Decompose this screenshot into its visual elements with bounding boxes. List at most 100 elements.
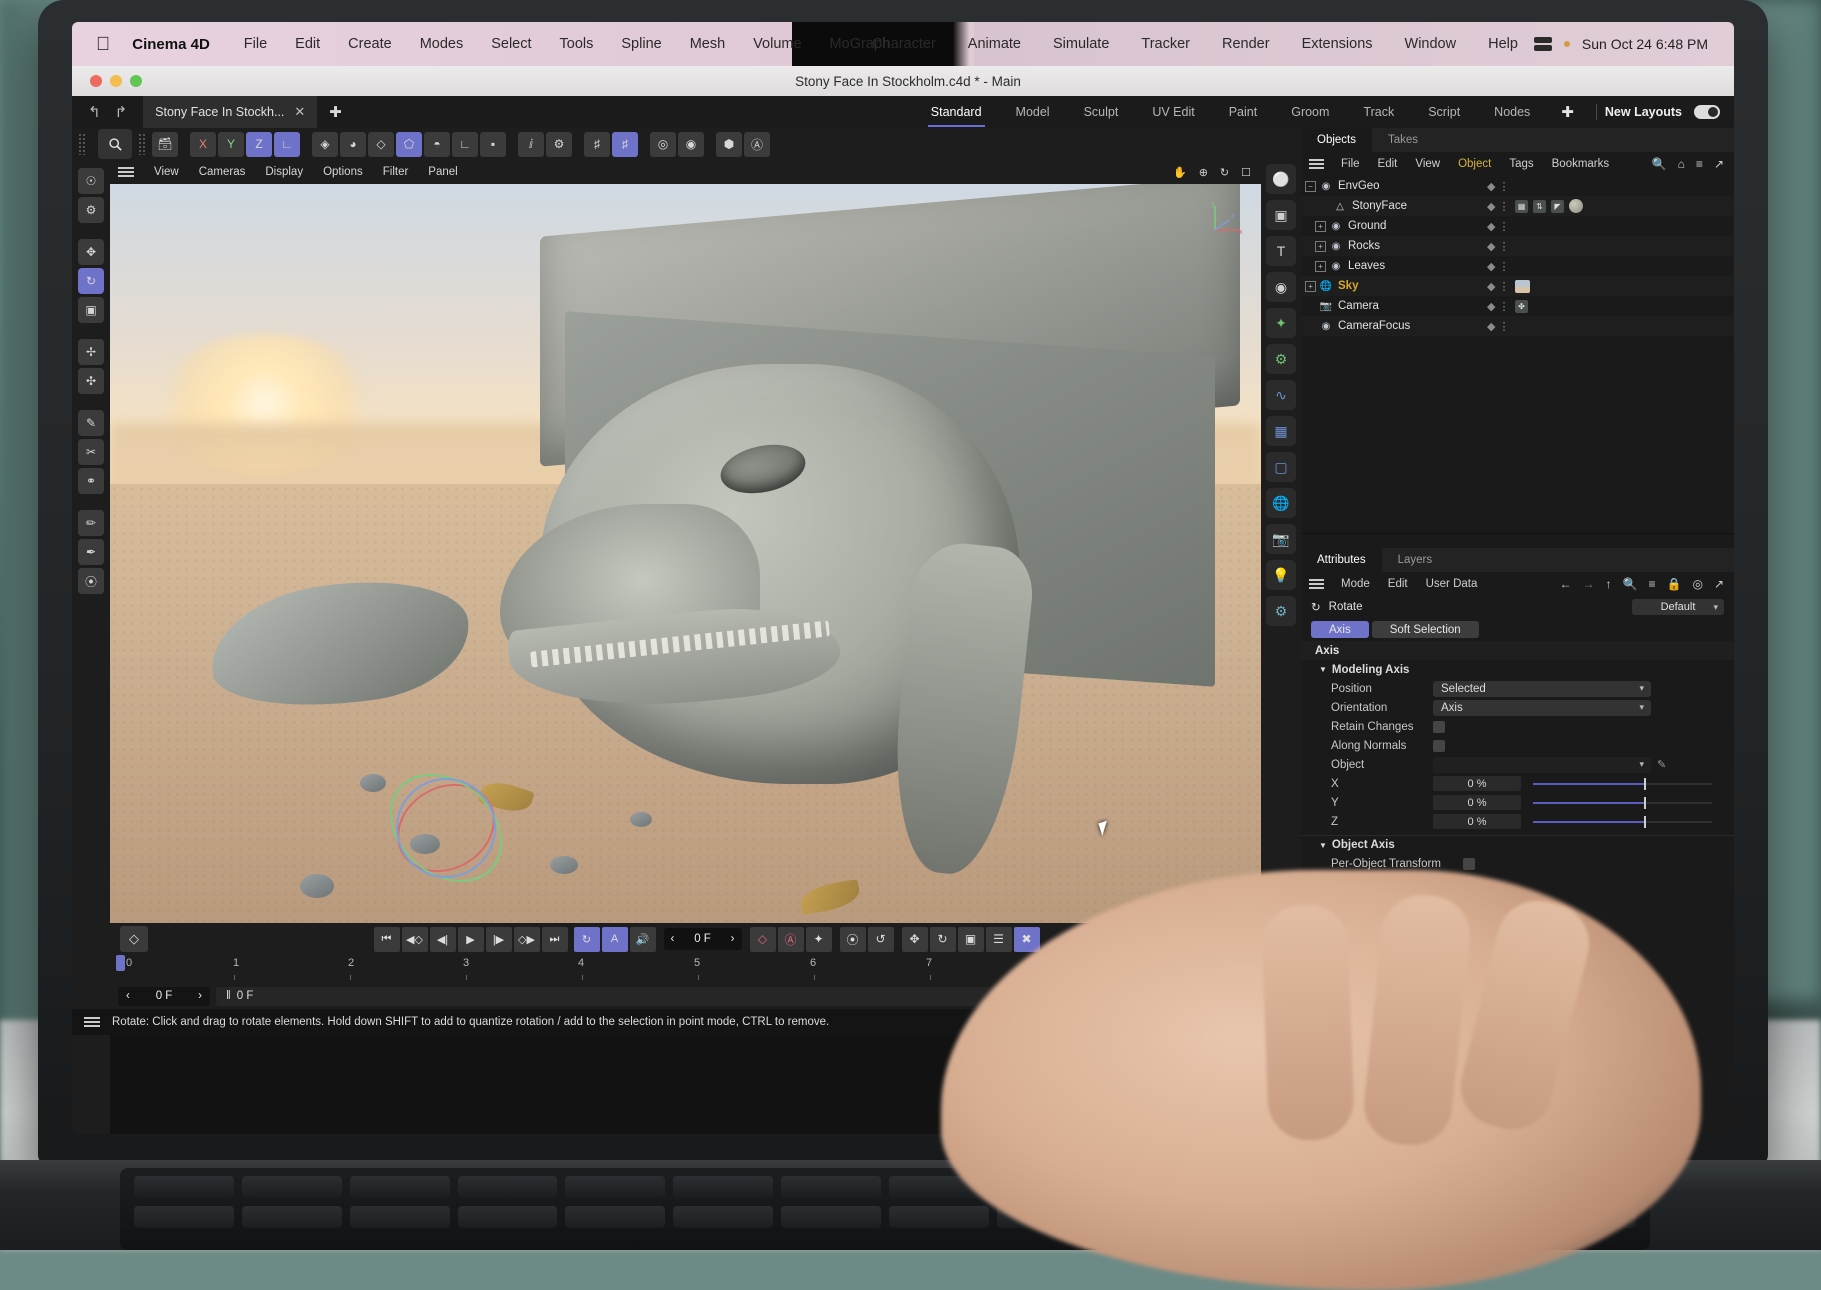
x-axis-icon[interactable]: X xyxy=(190,132,216,157)
transform-tool-icon[interactable]: ✣ xyxy=(78,368,104,394)
table-row[interactable]: − ◉ EnvGeo ◆ ⋮ xyxy=(1301,176,1734,196)
objects-menu-tags[interactable]: Tags xyxy=(1500,158,1542,170)
undo-icon[interactable]: ↰ xyxy=(88,103,101,121)
retain-changes-checkbox[interactable] xyxy=(1433,721,1445,733)
close-icon[interactable]: ✕ xyxy=(294,104,305,120)
position-key-icon[interactable]: ⦿ xyxy=(840,927,866,952)
knife-icon[interactable]: ✂ xyxy=(78,439,104,465)
pill-soft-selection[interactable]: Soft Selection xyxy=(1372,621,1479,638)
table-row[interactable]: 📷 Camera ◆ ⋮ ✤ xyxy=(1301,296,1734,316)
material-tag-icon[interactable] xyxy=(1569,199,1583,213)
object-tags[interactable]: ✤ xyxy=(1515,300,1528,313)
environment-icon[interactable]: 🌐 xyxy=(1266,488,1296,518)
position-select[interactable]: Selected ▾ xyxy=(1433,681,1651,697)
redo-icon[interactable]: ↱ xyxy=(115,103,128,121)
model-mode-icon[interactable]: ⬠ xyxy=(396,132,422,157)
group-title-modeling-axis[interactable]: ▼ Modeling Axis xyxy=(1301,660,1734,679)
playhead[interactable] xyxy=(116,955,125,971)
tab-attributes[interactable]: Attributes xyxy=(1301,548,1382,572)
menu-select[interactable]: Select xyxy=(477,36,545,52)
spline-pen-icon[interactable]: Ⓐ xyxy=(744,132,770,157)
objects-menu-bookmarks[interactable]: Bookmarks xyxy=(1543,158,1619,170)
filter-icon[interactable]: ≡ xyxy=(1648,577,1655,591)
tab-model[interactable]: Model xyxy=(999,105,1067,119)
object-visibility-dots[interactable]: ◆ ⋮ xyxy=(1487,320,1510,333)
menu-window[interactable]: Window xyxy=(1389,36,1473,52)
viewport-menu-display[interactable]: Display xyxy=(255,166,313,178)
control-center-icon[interactable] xyxy=(1534,37,1552,51)
menu-icon[interactable] xyxy=(118,166,134,178)
move-tool-icon[interactable]: ✥ xyxy=(78,239,104,265)
camera-icon[interactable]: 📷 xyxy=(1266,524,1296,554)
menubar-clock[interactable]: Sun Oct 24 6:48 PM xyxy=(1582,36,1708,52)
z-axis-icon[interactable]: Z xyxy=(246,132,272,157)
record-key-icon[interactable]: ◇ xyxy=(120,926,148,952)
param-lock-icon[interactable]: ☰ xyxy=(986,927,1012,952)
pla-icon[interactable]: ✖ xyxy=(1014,927,1040,952)
table-row[interactable]: + 🌐 Sky ◆ ⋮ xyxy=(1301,276,1734,296)
grid-icon[interactable]: ♯ xyxy=(584,132,610,157)
menu-character[interactable]: Character xyxy=(856,36,952,52)
viewport-menu-view[interactable]: View xyxy=(144,166,189,178)
menu-icon[interactable] xyxy=(1309,579,1324,590)
menu-animate[interactable]: Animate xyxy=(952,36,1037,52)
go-to-start-icon[interactable]: ⏮ xyxy=(374,927,400,952)
spline-pen-tool-icon[interactable]: ✒ xyxy=(78,539,104,565)
forward-arrow-icon[interactable]: → xyxy=(1583,577,1595,591)
z-slider[interactable] xyxy=(1533,815,1712,829)
object-tags[interactable] xyxy=(1515,280,1530,293)
tab-groom[interactable]: Groom xyxy=(1274,105,1346,119)
tab-sculpt[interactable]: Sculpt xyxy=(1067,105,1136,119)
viewport-canvas[interactable]: x y z xyxy=(110,184,1261,923)
menu-edit[interactable]: Edit xyxy=(281,36,334,52)
scene-settings-icon[interactable]: ⚙ xyxy=(1266,344,1296,374)
object-visibility-dots[interactable]: ◆ ⋮ xyxy=(1487,180,1510,193)
attributes-menu-mode[interactable]: Mode xyxy=(1332,578,1379,590)
deformer-icon[interactable]: ✦ xyxy=(1266,308,1296,338)
pill-axis[interactable]: Axis xyxy=(1311,621,1369,638)
play-icon[interactable]: ▶ xyxy=(458,927,484,952)
menu-file[interactable]: File xyxy=(230,36,281,52)
material-sphere-icon[interactable]: ⚪ xyxy=(1266,164,1296,194)
group-title-object-axis[interactable]: ▼ Object Axis xyxy=(1301,835,1734,854)
new-layouts-label[interactable]: New Layouts xyxy=(1605,105,1694,119)
apple-icon[interactable]:  xyxy=(96,35,110,54)
preset-dropdown[interactable]: Default ▾ xyxy=(1632,599,1724,615)
home-icon[interactable]: ⌂ xyxy=(1678,157,1685,171)
viewport-menu-options[interactable]: Options xyxy=(313,166,373,178)
preview-grip-icon[interactable]: ‖ xyxy=(226,990,231,1002)
expand-icon[interactable]: + xyxy=(1305,281,1316,292)
objects-menu-file[interactable]: File xyxy=(1332,158,1369,170)
new-layouts-toggle[interactable] xyxy=(1694,105,1720,119)
object-manager-list[interactable]: − ◉ EnvGeo ◆ ⋮ △ StonyFace ◆ ⋮ ▦ ⇅ ◤ xyxy=(1301,176,1734,534)
viewport-menu-panel[interactable]: Panel xyxy=(418,166,467,178)
object-visibility-dots[interactable]: ◆ ⋮ xyxy=(1487,200,1510,213)
cube-primitive-icon[interactable]: ▣ xyxy=(1266,200,1296,230)
menu-spline[interactable]: Spline xyxy=(607,36,675,52)
tab-uv-edit[interactable]: UV Edit xyxy=(1135,105,1211,119)
menu-help[interactable]: Help xyxy=(1472,36,1534,52)
expand-icon[interactable]: + xyxy=(1315,221,1326,232)
prev-frame-arrow-icon[interactable]: ‹ xyxy=(671,933,675,945)
autokey-record-icon[interactable]: Ⓐ xyxy=(778,927,804,952)
live-selection-icon[interactable]: ☉ xyxy=(78,168,104,194)
z-value-field[interactable]: 0 % xyxy=(1433,814,1521,829)
menu-simulate[interactable]: Simulate xyxy=(1037,36,1125,52)
attributes-menu-user-data[interactable]: User Data xyxy=(1417,578,1487,590)
viewport-menu-filter[interactable]: Filter xyxy=(373,166,419,178)
keyframe-settings-icon[interactable]: ✦ xyxy=(806,927,832,952)
spline-icon[interactable]: ∿ xyxy=(1266,380,1296,410)
table-row[interactable]: + ◉ Leaves ◆ ⋮ xyxy=(1301,256,1734,276)
along-normals-checkbox[interactable] xyxy=(1433,740,1445,752)
up-arrow-icon[interactable]: ↑ xyxy=(1606,577,1612,591)
paint-icon[interactable]: ✏ xyxy=(78,510,104,536)
search-icon[interactable]: 🔍 xyxy=(1652,157,1667,171)
expand-icon[interactable]: + xyxy=(1315,241,1326,252)
world-axis-icon[interactable]: ∟ xyxy=(274,132,300,157)
scale-lock-icon[interactable]: ▣ xyxy=(958,927,984,952)
sculpt-icon[interactable]: ⦿ xyxy=(78,568,104,594)
render-region-icon[interactable]: ◉ xyxy=(678,132,704,157)
current-frame-field[interactable]: ‹ 0 F › xyxy=(664,928,742,950)
quantize-icon[interactable]: ⚙ xyxy=(546,132,572,157)
sky-material-tag-icon[interactable] xyxy=(1515,280,1530,293)
